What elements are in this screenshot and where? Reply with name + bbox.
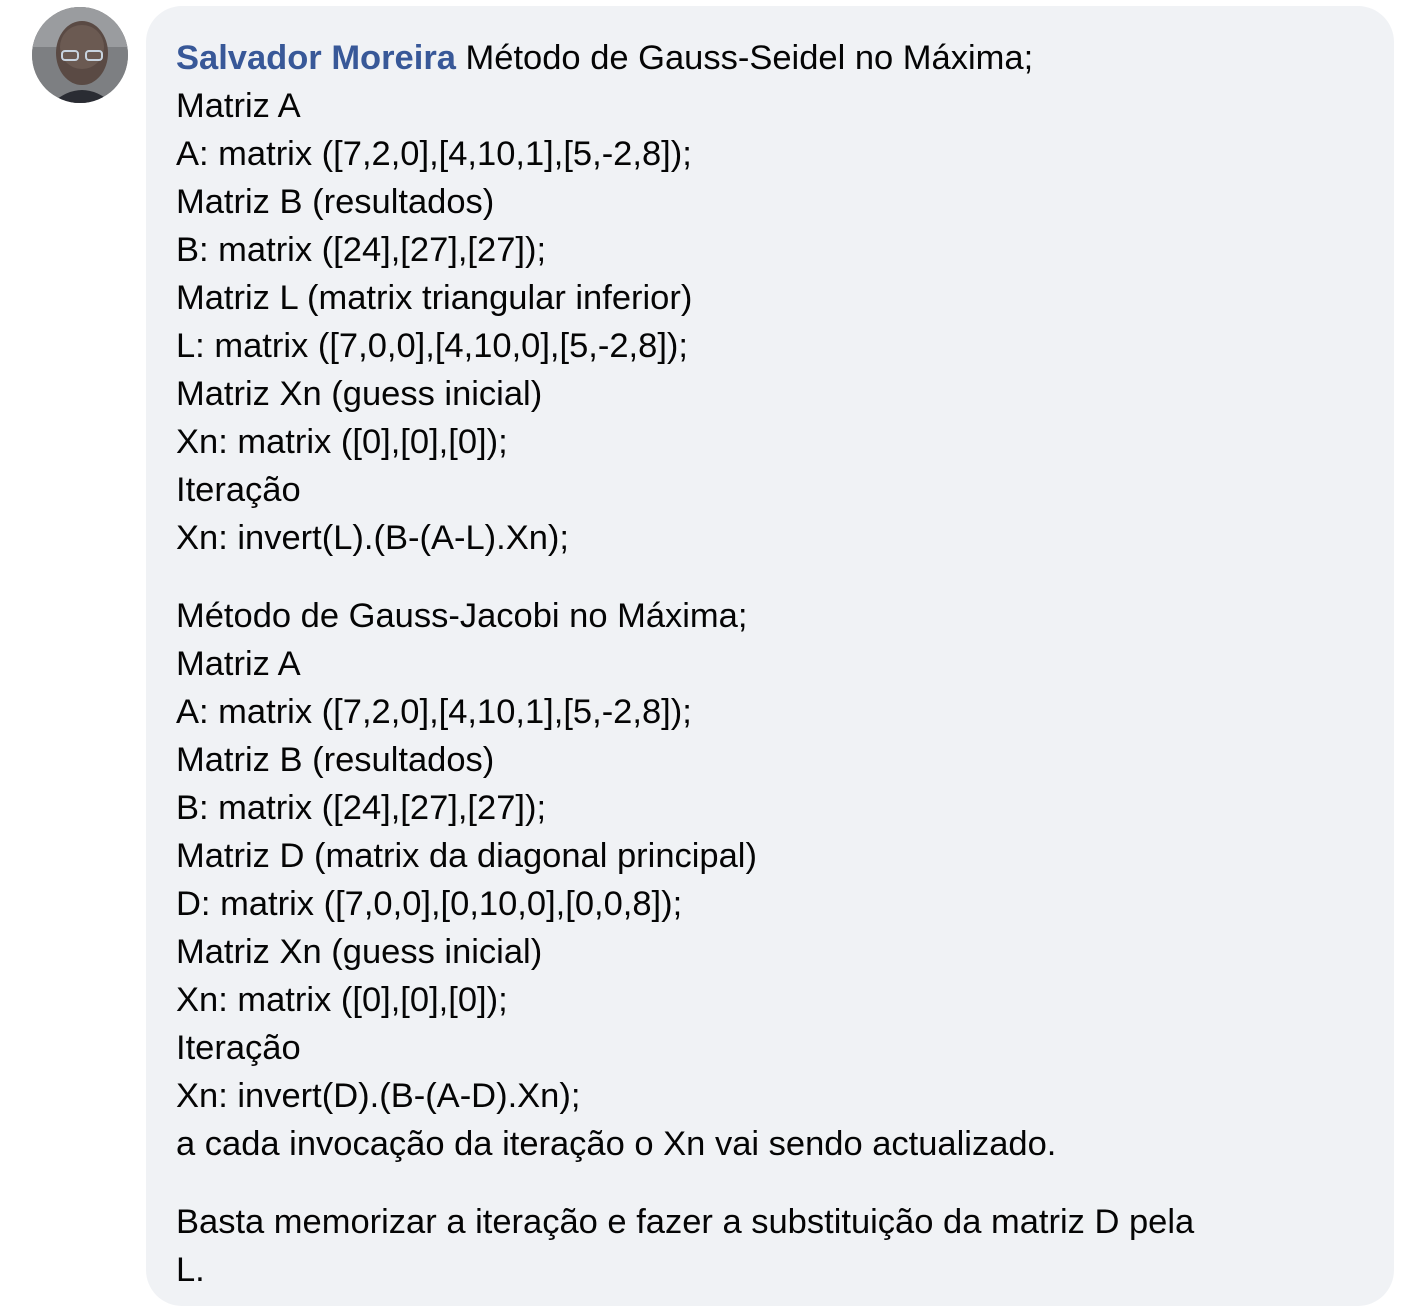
text-line: A: matrix ([7,2,0],[4,10,1],[5,-2,8]); (176, 693, 692, 731)
author-name-link[interactable]: Salvador Moreira (176, 39, 456, 77)
text-line: Xn: matrix ([0],[0],[0]); (176, 423, 508, 461)
comment-title: Método de Gauss-Seidel no Máxima; (465, 39, 1034, 77)
text-line: a cada invocação da iteração o Xn vai se… (176, 1125, 1057, 1163)
text-line: L. (176, 1251, 205, 1289)
comment-bubble: Salvador Moreira Método de Gauss-Seidel … (146, 6, 1394, 1306)
text-line: Basta memorizar a iteração e fazer a sub… (176, 1203, 1195, 1241)
text-line: Matriz L (matrix triangular inferior) (176, 279, 693, 317)
text-line: Matriz A (176, 87, 301, 125)
text-line: Matriz B (resultados) (176, 183, 495, 221)
text-line: Xn: matrix ([0],[0],[0]); (176, 981, 508, 1019)
text-line: Matriz B (resultados) (176, 741, 495, 779)
text-line: Matriz A (176, 645, 301, 683)
text-line: Método de Gauss-Jacobi no Máxima; (176, 597, 748, 635)
text-line: Matriz D (matrix da diagonal principal) (176, 837, 757, 875)
text-line: B: matrix ([24],[27],[27]); (176, 231, 547, 269)
profile-photo-icon (32, 7, 128, 103)
comment-first-line: Salvador Moreira Método de Gauss-Seidel … (176, 34, 1364, 82)
text-line: Xn: invert(L).(B-(A-L).Xn); (176, 519, 569, 557)
text-line: A: matrix ([7,2,0],[4,10,1],[5,-2,8]); (176, 135, 692, 173)
text-line: L: matrix ([7,0,0],[4,10,0],[5,-2,8]); (176, 327, 688, 365)
text-line: Iteração (176, 471, 301, 509)
comment-text: Salvador Moreira Método de Gauss-Seidel … (176, 34, 1364, 1294)
text-line: Matriz Xn (guess inicial) (176, 933, 543, 971)
avatar[interactable] (32, 7, 128, 103)
text-line: Matriz Xn (guess inicial) (176, 375, 543, 413)
text-line: Xn: invert(D).(B-(A-D).Xn); (176, 1077, 581, 1115)
text-line: B: matrix ([24],[27],[27]); (176, 789, 547, 827)
text-line: Iteração (176, 1029, 301, 1067)
text-line: D: matrix ([7,0,0],[0,10,0],[0,0,8]); (176, 885, 683, 923)
